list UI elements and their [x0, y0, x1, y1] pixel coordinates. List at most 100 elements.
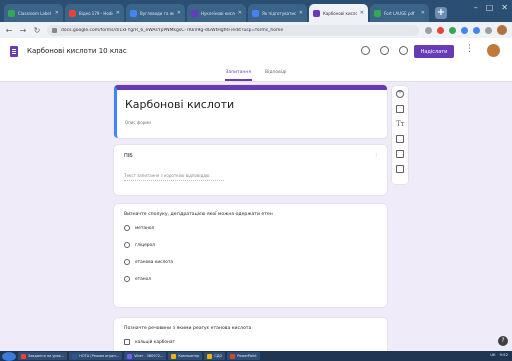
- extension-icon[interactable]: [473, 26, 480, 34]
- user-avatar[interactable]: [487, 44, 500, 57]
- url-input[interactable]: docs.google.com/forms/d/1xFYgrR_6_eWAsYp…: [47, 24, 419, 36]
- tab-title: Нуклеїнові кислоти: [201, 10, 235, 16]
- short-answer-placeholder: Текст запитання з короткою відповіддю: [124, 173, 224, 181]
- taskbar-item[interactable]: НОТА (Режим огран...: [69, 352, 123, 360]
- browser-tab[interactable]: Fort LAUGE pdf ✕: [370, 4, 429, 22]
- extension-icon[interactable]: [437, 26, 444, 34]
- clock[interactable]: 9:52: [499, 352, 508, 357]
- option-item[interactable]: метанол: [124, 225, 377, 231]
- browser-tab[interactable]: Як підготуватися ✕: [248, 4, 307, 22]
- send-button[interactable]: Надіслати: [414, 45, 454, 58]
- question-card-dehydration[interactable]: Визначте сполуку, дегідратацією якої мож…: [114, 204, 387, 307]
- taskbar-item-label: Viber - 380972...: [134, 354, 164, 358]
- app-icon: [171, 353, 177, 359]
- radio-button-icon[interactable]: [124, 259, 130, 265]
- question-title[interactable]: Визначте сполуку, дегідратацією якої мож…: [124, 212, 377, 217]
- add-question-icon[interactable]: [396, 89, 404, 98]
- tab-title: Карбонові кислот: [323, 10, 357, 16]
- app-icon: [230, 353, 236, 359]
- extension-icon[interactable]: [485, 26, 492, 34]
- radio-button-icon[interactable]: [124, 225, 130, 231]
- form-description[interactable]: Опис форми: [125, 120, 151, 125]
- tab-title: Відео 179 - Hodie: [79, 10, 113, 16]
- extensions-area: [425, 25, 507, 35]
- screen: Classroom Label St ✕ Відео 179 - Hodie ✕…: [0, 0, 512, 361]
- tab-responses[interactable]: Відповіді: [264, 70, 287, 75]
- option-label[interactable]: гліцерол: [135, 243, 155, 248]
- question-title[interactable]: Позначте речовини з якими реагує етанова…: [124, 326, 377, 331]
- browser-tab-active[interactable]: Карбонові кислот ✕: [309, 4, 368, 22]
- option-label[interactable]: метанол: [135, 226, 154, 231]
- taskbar-item-label: НОТА (Режим огран...: [79, 354, 120, 358]
- minimize-button[interactable]: –: [474, 3, 478, 12]
- title-text-icon[interactable]: Tт: [396, 120, 405, 128]
- option-label[interactable]: етанол: [135, 277, 151, 282]
- tab-close-icon[interactable]: ✕: [177, 10, 181, 16]
- question-card-name[interactable]: ПІБ ⁝ Текст запитання з короткою відпові…: [114, 145, 387, 195]
- form-tabs: Запитання Відповіді: [0, 64, 512, 82]
- drag-handle-icon[interactable]: ⁝: [375, 153, 377, 159]
- option-item[interactable]: етанол: [124, 276, 377, 282]
- tab-favicon-icon: [252, 9, 259, 17]
- taskbar-item[interactable]: СДО: [204, 352, 226, 360]
- video-icon[interactable]: [396, 150, 404, 158]
- preview-eye-icon[interactable]: [380, 46, 389, 55]
- settings-gear-icon[interactable]: [399, 46, 408, 55]
- question-title[interactable]: ПІБ: [124, 153, 377, 159]
- form-document-title[interactable]: Карбонові кислоти 10 клас: [27, 47, 127, 55]
- radio-button-icon[interactable]: [124, 242, 130, 248]
- option-item[interactable]: кальцій карбонат: [124, 339, 377, 345]
- radio-button-icon[interactable]: [124, 339, 130, 345]
- taskbar-item[interactable]: Компьютер: [168, 352, 203, 360]
- browser-tab[interactable]: Вуглеводи та жири ✕: [126, 4, 185, 22]
- close-window-button[interactable]: ✕: [501, 3, 508, 12]
- app-icon: [207, 353, 213, 359]
- browser-tab[interactable]: Нуклеїнові кислоти ✕: [187, 4, 246, 22]
- option-list: кальцій карбонат: [124, 339, 377, 345]
- back-icon[interactable]: ←: [5, 26, 13, 35]
- tab-close-icon[interactable]: ✕: [55, 10, 59, 16]
- tab-close-icon[interactable]: ✕: [360, 10, 364, 16]
- taskbar-item[interactable]: Завдання на урок...: [18, 352, 68, 360]
- form-title-card[interactable]: Карбонові кислоти Опис форми: [114, 85, 387, 138]
- start-button-icon[interactable]: [2, 351, 16, 361]
- import-questions-icon[interactable]: [396, 105, 404, 113]
- tab-close-icon[interactable]: ✕: [238, 10, 242, 16]
- forward-icon[interactable]: →: [19, 26, 27, 35]
- radio-button-icon[interactable]: [124, 276, 130, 282]
- browser-profile-avatar[interactable]: [497, 25, 507, 35]
- extension-icon[interactable]: [449, 26, 456, 34]
- tab-close-icon[interactable]: ✕: [116, 10, 120, 16]
- taskbar-item[interactable]: Viber - 380972...: [124, 352, 167, 360]
- tab-close-icon[interactable]: ✕: [299, 10, 303, 16]
- form-title[interactable]: Карбонові кислоти: [125, 98, 234, 111]
- help-icon[interactable]: ?: [498, 336, 508, 346]
- more-options-icon[interactable]: ⋮: [465, 44, 474, 54]
- option-label[interactable]: етанова кислота: [135, 260, 173, 265]
- maximize-button[interactable]: □: [486, 3, 494, 12]
- system-tray: UK 9:52: [490, 352, 508, 357]
- bookmark-star-icon[interactable]: [425, 26, 432, 34]
- browser-tab-strip: Classroom Label St ✕ Відео 179 - Hodie ✕…: [0, 0, 512, 22]
- tab-close-icon[interactable]: ✕: [421, 10, 425, 16]
- browser-tab[interactable]: Classroom Label St ✕: [4, 4, 63, 22]
- taskbar-item-label: PowerPoint: [237, 354, 257, 358]
- app-icon: [72, 353, 78, 359]
- extension-icon[interactable]: [461, 26, 468, 34]
- reload-icon[interactable]: ↻: [33, 26, 41, 35]
- google-forms-logo-icon[interactable]: [10, 45, 18, 57]
- tab-questions[interactable]: Запитання: [224, 70, 253, 81]
- image-icon[interactable]: [396, 135, 404, 143]
- taskbar-item[interactable]: PowerPoint: [227, 352, 260, 360]
- option-label[interactable]: кальцій карбонат: [135, 340, 175, 345]
- new-tab-button[interactable]: +: [435, 7, 447, 19]
- tab-title: Вуглеводи та жири: [140, 10, 174, 16]
- browser-tab[interactable]: Відео 179 - Hodie ✕: [65, 4, 124, 22]
- option-item[interactable]: гліцерол: [124, 242, 377, 248]
- keyboard-language[interactable]: UK: [490, 352, 495, 357]
- tab-favicon-icon: [130, 9, 137, 17]
- section-icon[interactable]: [396, 165, 404, 173]
- customize-theme-icon[interactable]: [361, 46, 370, 55]
- windows-taskbar: Завдання на урок... НОТА (Режим огран...…: [0, 351, 512, 361]
- option-item[interactable]: етанова кислота: [124, 259, 377, 265]
